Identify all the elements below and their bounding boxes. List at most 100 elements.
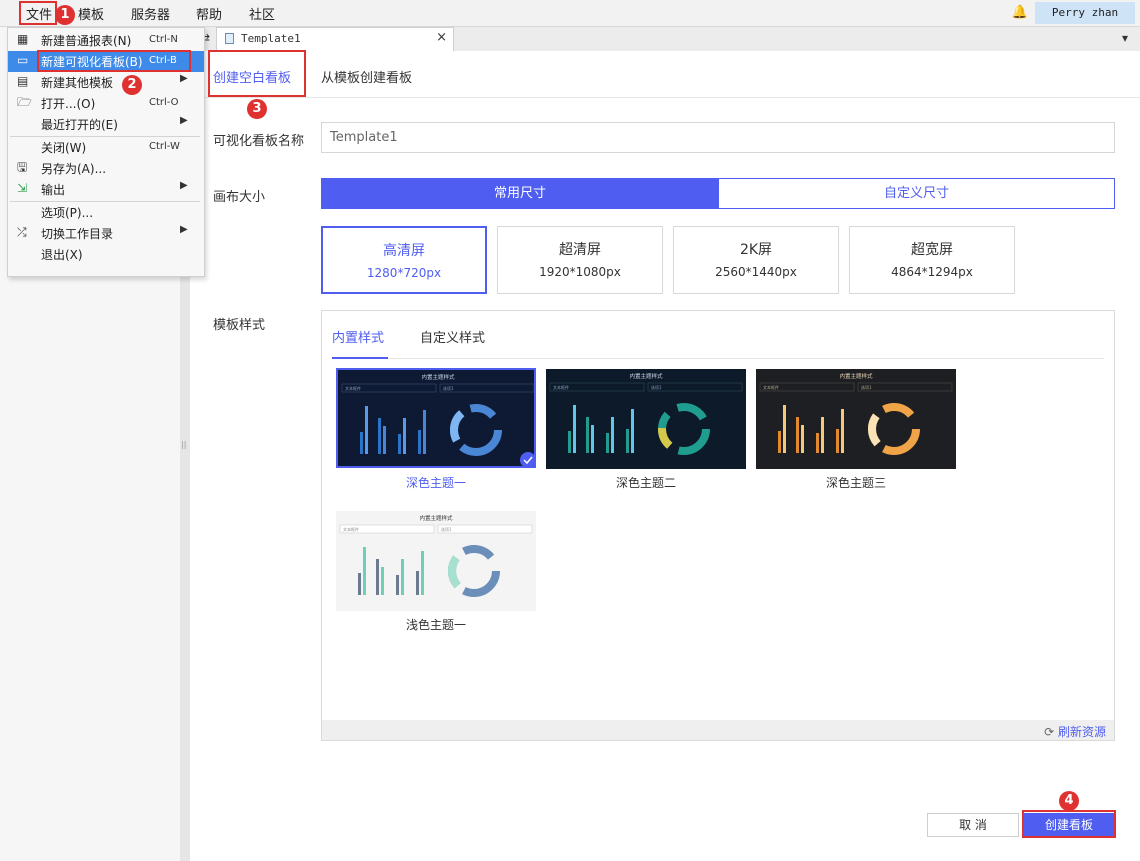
dashboard-name-input[interactable] <box>321 122 1115 153</box>
style-panel: 内置样式 自定义样式 内置主题样式 文本框件 选项1 深色主题一 内置主题样式 … <box>321 310 1115 741</box>
menu-recent[interactable]: 最近打开的(E) ▶ <box>8 114 204 135</box>
theme-thumb-dark-3[interactable]: 内置主题样式 文本框件 选项1 <box>756 369 956 469</box>
theme-thumb-dark-1[interactable]: 内置主题样式 文本框件 选项1 <box>336 368 536 468</box>
size-dimension: 4864*1294px <box>891 265 973 279</box>
annotation-box-new-dashboard <box>37 50 191 72</box>
thumb-select-text: 选项1 <box>861 384 872 390</box>
thumb-filter-text: 文本框件 <box>343 526 359 532</box>
style-footer: ⟳ 刷新资源 <box>322 720 1114 740</box>
thumb-filter-text: 文本框件 <box>763 384 779 390</box>
tab-common-size[interactable]: 常用尺寸 <box>321 178 719 209</box>
refresh-label: 刷新资源 <box>1057 725 1106 739</box>
tab-list-icon[interactable]: ▾ <box>1122 31 1128 45</box>
grid-report-icon: ▦ <box>17 32 29 46</box>
thumb-filter-text: 文本框件 <box>553 384 569 390</box>
menu-server[interactable]: 服务器 <box>131 4 170 23</box>
bell-icon[interactable]: 🔔 <box>1012 5 1028 20</box>
theme-preview-image: 内置主题样式 文本框件 选项1 <box>546 369 746 469</box>
menu-label: 输出 <box>41 183 66 197</box>
size-card-fhd[interactable]: 超清屏 1920*1080px <box>497 226 663 294</box>
menu-close[interactable]: 关闭(W) Ctrl-W <box>8 137 204 158</box>
menu-label: 打开...(O) <box>41 97 96 111</box>
theme-caption: 深色主题三 <box>825 476 886 490</box>
theme-caption: 浅色主题一 <box>405 618 466 632</box>
menu-label: 新建普通报表(N) <box>41 34 132 48</box>
menu-shortcut: Ctrl-W <box>149 141 180 152</box>
theme-caption: 深色主题二 <box>615 476 676 490</box>
menu-export[interactable]: ⇲ 输出 ▶ <box>8 179 204 200</box>
size-dimension: 1920*1080px <box>539 265 621 279</box>
thumb-title: 内置主题样式 <box>419 514 453 522</box>
tab-template1[interactable]: Template1 × <box>216 27 454 51</box>
thumb-select-text: 选项1 <box>443 385 454 391</box>
annotation-badge-1: 1 <box>55 5 75 25</box>
thumb-title: 内置主题样式 <box>629 372 663 380</box>
template-style-label: 模板样式 <box>213 318 266 333</box>
splitter-grip-icon[interactable]: || <box>181 440 186 449</box>
submenu-arrow-icon: ▶ <box>180 73 188 84</box>
tab-custom-size[interactable]: 自定义尺寸 <box>718 178 1115 209</box>
menu-label: 切换工作目录 <box>41 227 114 241</box>
cancel-button[interactable]: 取 消 <box>927 813 1019 837</box>
theme-thumb-dark-2[interactable]: 内置主题样式 文本框件 选项1 <box>546 369 746 469</box>
thumb-title: 内置主题样式 <box>421 373 455 381</box>
close-icon[interactable]: × <box>436 30 447 45</box>
name-label: 可视化看板名称 <box>213 134 305 149</box>
save-as-icon: 🖫 <box>17 160 28 174</box>
size-card-ultrawide[interactable]: 超宽屏 4864*1294px <box>849 226 1015 294</box>
thumb-filter-text: 文本框件 <box>345 385 361 391</box>
export-icon: ⇲ <box>17 181 28 195</box>
size-name: 2K屏 <box>739 242 773 258</box>
menu-options[interactable]: 选项(P)... <box>8 202 204 223</box>
menu-bar: 文件 模板 服务器 帮助 社区 🔔 Perry zhan <box>0 0 1140 27</box>
annotation-badge-2: 2 <box>122 75 142 95</box>
annotation-box-create-button <box>1022 810 1116 838</box>
size-card-hd[interactable]: 高清屏 1280*720px <box>321 226 487 294</box>
theme-preview-image: 内置主题样式 文本框件 选项1 <box>756 369 956 469</box>
refresh-icon: ⟳ <box>1044 725 1058 739</box>
size-card-2k[interactable]: 2K屏 2560*1440px <box>673 226 839 294</box>
theme-thumb-light-1[interactable]: 内置主题样式 文本框件 选项1 <box>336 511 536 611</box>
menu-template[interactable]: 模板 <box>78 4 104 23</box>
template-icon: ▤ <box>17 74 29 88</box>
menu-new-report[interactable]: ▦ 新建普通报表(N) Ctrl-N <box>8 30 204 51</box>
size-name: 超清屏 <box>559 242 601 258</box>
theme-preview-image: 内置主题样式 文本框件 选项1 <box>336 511 536 611</box>
tab-title: Template1 <box>241 32 301 45</box>
refresh-resources-link[interactable]: ⟳ 刷新资源 <box>1044 723 1106 740</box>
size-dimension: 2560*1440px <box>715 265 797 279</box>
theme-preview-image: 内置主题样式 文本框件 选项1 <box>338 370 534 466</box>
submenu-arrow-icon: ▶ <box>180 224 188 235</box>
user-account[interactable]: Perry zhan <box>1035 2 1135 24</box>
tab-custom-style[interactable]: 自定义样式 <box>420 327 485 346</box>
thumb-select-text: 选项1 <box>651 384 662 390</box>
menu-community[interactable]: 社区 <box>249 4 275 23</box>
size-name: 高清屏 <box>383 243 425 259</box>
menu-label: 另存为(A)... <box>41 162 107 176</box>
size-name: 超宽屏 <box>911 242 953 258</box>
menu-save-as[interactable]: 🖫 另存为(A)... <box>8 158 204 179</box>
annotation-badge-3: 3 <box>247 99 267 119</box>
menu-label: 新建其他模板 <box>41 76 114 90</box>
menu-label: 选项(P)... <box>41 206 94 220</box>
theme-caption: 深色主题一 <box>405 476 466 490</box>
size-dimension: 1280*720px <box>366 266 442 280</box>
tab-from-template[interactable]: 从模板创建看板 <box>321 67 412 86</box>
annotation-box-create-blank <box>208 50 306 97</box>
style-tab-divider <box>332 358 1104 359</box>
dashboard-icon: ▭ <box>17 53 29 67</box>
menu-label: 最近打开的(E) <box>41 118 118 132</box>
thumb-select-text: 选项1 <box>441 526 452 532</box>
folder-open-icon: 🗁 <box>17 95 32 109</box>
menu-open[interactable]: 🗁 打开...(O) Ctrl-O <box>8 93 204 114</box>
menu-new-other-template[interactable]: ▤ 新建其他模板 ▶ <box>8 72 204 93</box>
tab-builtin-style[interactable]: 内置样式 <box>332 327 384 346</box>
menu-exit[interactable]: 退出(X) <box>8 244 204 265</box>
menu-help[interactable]: 帮助 <box>196 4 222 23</box>
menu-switch-workdir[interactable]: ⤮ 切换工作目录 ▶ <box>8 223 204 244</box>
menu-label: 退出(X) <box>41 248 83 262</box>
tab-bar: ⇄ Template1 × ▾ <box>190 27 1140 52</box>
menu-label: 关闭(W) <box>41 141 87 155</box>
create-dashboard-dialog: 创建空白看板 从模板创建看板 可视化看板名称 画布大小 常用尺寸 自定义尺寸 高… <box>190 51 1140 861</box>
submenu-arrow-icon: ▶ <box>180 115 188 126</box>
